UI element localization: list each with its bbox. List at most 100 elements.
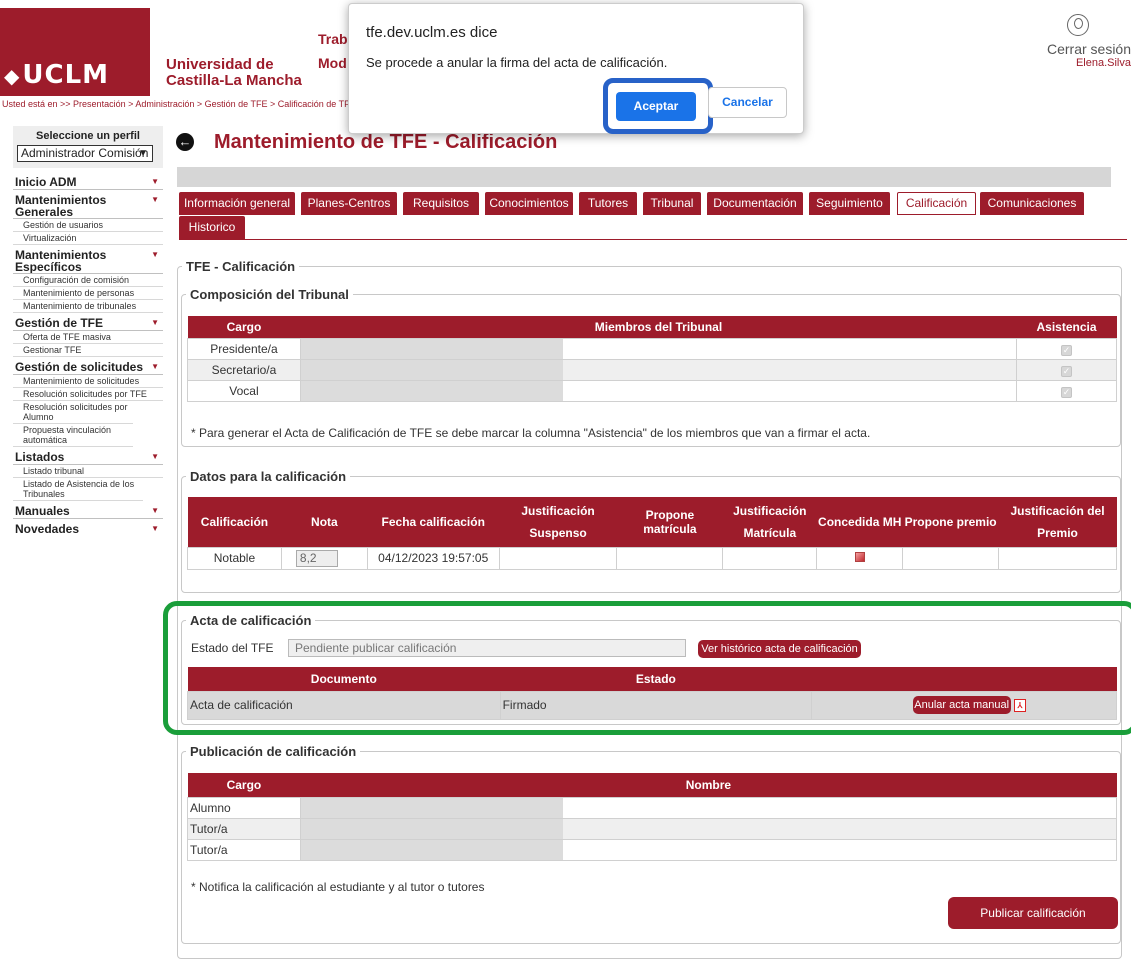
tab-calificacion[interactable]: Calificación — [897, 192, 976, 215]
redacted-name — [300, 839, 563, 860]
publicacion-legend: Publicación de calificación — [190, 744, 357, 759]
asistencia-checkbox[interactable]: ✓ — [1061, 344, 1073, 356]
caret-down-icon: ▼ — [151, 250, 159, 259]
nav-item-propuesta-vinculacion[interactable]: Propuesta vinculación automática — [13, 424, 133, 447]
dialog-message: Se procede a anular la firma del acta de… — [366, 55, 668, 70]
tab-tutores[interactable]: Tutores — [579, 192, 637, 215]
cancelar-button[interactable]: Cancelar — [708, 87, 787, 118]
page-title: Mantenimiento de TFE - Calificación — [214, 131, 558, 153]
caret-down-icon: ▼ — [151, 452, 159, 461]
nav-item-virtualizacion[interactable]: Virtualización — [13, 232, 163, 245]
chevron-down-icon: ▼ — [138, 148, 148, 159]
asistencia-checkbox[interactable]: ✓ — [1061, 386, 1073, 398]
col-just-suspenso: Justificación Suspenso — [499, 497, 617, 547]
nav-section-gestion-solicitudes[interactable]: Gestión de solicitudes ▼ — [13, 359, 163, 375]
nav-item-resolucion-tfe[interactable]: Resolución solicitudes por TFE — [13, 388, 163, 401]
tab-informacion-general[interactable]: Información general — [179, 192, 295, 215]
nota-input[interactable]: 8,2 — [295, 549, 338, 567]
redacted-name — [300, 359, 563, 380]
datos-table: Calificación Nota Fecha calificación Jus… — [187, 497, 1117, 570]
tfe-calificacion-legend: TFE - Calificación — [186, 259, 296, 274]
fecha-value: 04/12/2023 19:57:05 — [366, 546, 500, 570]
col-propone-premio: Propone premio — [902, 497, 999, 547]
tab-underline — [179, 239, 1127, 240]
user-icon[interactable] — [1067, 14, 1089, 36]
tribunal-table: Cargo Miembros del Tribunal Asistencia P… — [187, 316, 1117, 402]
back-arrow-icon[interactable]: ← — [176, 133, 194, 151]
tab-conocimientos[interactable]: Conocimientos — [485, 192, 573, 215]
tab-documentacion[interactable]: Documentación — [707, 192, 803, 215]
highlight-frame-ok: Aceptar — [603, 78, 713, 134]
uclm-logo[interactable]: ◆UCLM — [0, 8, 150, 96]
nav-item-config-comision[interactable]: Configuración de comisión — [13, 274, 163, 287]
nav-item-resolucion-alumno[interactable]: Resolución solicitudes por Alumno — [13, 401, 133, 424]
col-asistencia: Asistencia — [1016, 316, 1117, 338]
nav-item-mant-solicitudes[interactable]: Mantenimiento de solicitudes — [13, 375, 163, 388]
caret-down-icon: ▼ — [151, 524, 159, 533]
table-row: Vocal ✓ — [187, 379, 1117, 402]
highlight-frame — [163, 601, 1131, 735]
user-area: Cerrar sesión Elena.Silva — [1001, 14, 1131, 69]
tab-requisitos[interactable]: Requisitos — [403, 192, 479, 215]
app-subtitle-partial: Mod — [318, 55, 347, 71]
logo-diamond-icon: ◆ — [4, 64, 21, 88]
col-concedida-mh: Concedida MH — [816, 497, 903, 547]
calificacion-value: Notable — [187, 546, 282, 570]
university-name: Universidad de Castilla-La Mancha — [166, 56, 302, 89]
asistencia-checkbox[interactable]: ✓ — [1061, 365, 1073, 377]
info-bar — [177, 167, 1111, 187]
col-propone-matricula: Propone matrícula — [616, 497, 723, 547]
col-nota: Nota — [281, 497, 368, 547]
col-miembros: Miembros del Tribunal — [300, 316, 1017, 338]
nav-item-listado-asistencia[interactable]: Listado de Asistencia de los Tribunales — [13, 478, 143, 501]
nav-item-gestionar-tfe[interactable]: Gestionar TFE — [13, 344, 163, 357]
composicion-tribunal-legend: Composición del Tribunal — [190, 287, 349, 302]
nav-section-inicio[interactable]: Inicio ADM ▼ — [13, 174, 163, 190]
dialog-origin: tfe.dev.uclm.es dice — [366, 24, 498, 41]
tab-planes-centros[interactable]: Planes-Centros — [301, 192, 397, 215]
nav-item-mant-tribunales[interactable]: Mantenimiento de tribunales — [13, 300, 163, 313]
tribunal-note: * Para generar el Acta de Calificación d… — [191, 426, 871, 440]
profile-label: Seleccione un perfil — [36, 130, 140, 142]
app-title-partial: Trab — [318, 31, 348, 47]
nav-section-novedades[interactable]: Novedades ▼ — [13, 521, 163, 536]
nav-section-gestion-tfe[interactable]: Gestión de TFE ▼ — [13, 315, 163, 331]
nav-section-manuales[interactable]: Manuales ▼ — [13, 503, 163, 519]
col-fecha: Fecha calificación — [367, 497, 500, 547]
mh-checkbox[interactable] — [854, 552, 865, 562]
col-pub-cargo: Cargo — [187, 773, 301, 797]
redacted-name — [300, 338, 563, 359]
col-calificacion: Calificación — [187, 497, 282, 547]
table-row: Tutor/a — [187, 838, 1118, 861]
table-row: Secretario/a ✓ — [187, 358, 1117, 381]
col-pub-nombre: Nombre — [300, 773, 1117, 797]
breadcrumb[interactable]: Usted está en >> Presentación > Administ… — [2, 99, 350, 109]
nav-section-listados[interactable]: Listados ▼ — [13, 449, 163, 465]
nav-item-oferta-masiva[interactable]: Oferta de TFE masiva — [13, 331, 163, 344]
profile-selector: Seleccione un perfil Administrador Comis… — [13, 126, 163, 168]
nav-item-mant-personas[interactable]: Mantenimiento de personas — [13, 287, 163, 300]
publicar-calificacion-button[interactable]: Publicar calificación — [948, 897, 1118, 929]
caret-down-icon: ▼ — [151, 318, 159, 327]
redacted-name — [300, 818, 563, 839]
publicacion-table: Cargo Nombre Alumno Tutor/a Tutor/a — [187, 773, 1118, 861]
nav-item-gestion-usuarios[interactable]: Gestión de usuarios — [13, 219, 163, 232]
tab-historico[interactable]: Historico — [179, 216, 245, 239]
table-row: Presidente/a ✓ — [187, 337, 1117, 360]
datos-calificacion-legend: Datos para la calificación — [190, 469, 347, 484]
profile-select[interactable]: Administrador Comisión ▼ — [17, 145, 153, 162]
table-row: Notable 8,2 04/12/2023 19:57:05 — [187, 546, 1117, 570]
nav-item-listado-tribunal[interactable]: Listado tribunal — [13, 465, 163, 478]
confirm-dialog: tfe.dev.uclm.es dice Se procede a anular… — [348, 3, 804, 134]
tab-seguimiento[interactable]: Seguimiento — [809, 192, 890, 215]
caret-down-icon: ▼ — [151, 195, 159, 204]
logout-link[interactable]: Cerrar sesión — [1001, 41, 1131, 57]
table-row: Tutor/a — [187, 817, 1118, 840]
aceptar-button[interactable]: Aceptar — [616, 92, 696, 121]
tab-tribunal[interactable]: Tribunal — [643, 192, 701, 215]
col-just-matricula: Justificación Matrícula — [722, 497, 817, 547]
tab-comunicaciones[interactable]: Comunicaciones — [980, 192, 1084, 215]
caret-down-icon: ▼ — [151, 506, 159, 515]
sidebar-nav: Inicio ADM ▼ Mantenimientos Generales ▼ G… — [13, 174, 163, 536]
publicacion-note: * Notifica la calificación al estudiante… — [191, 880, 485, 894]
